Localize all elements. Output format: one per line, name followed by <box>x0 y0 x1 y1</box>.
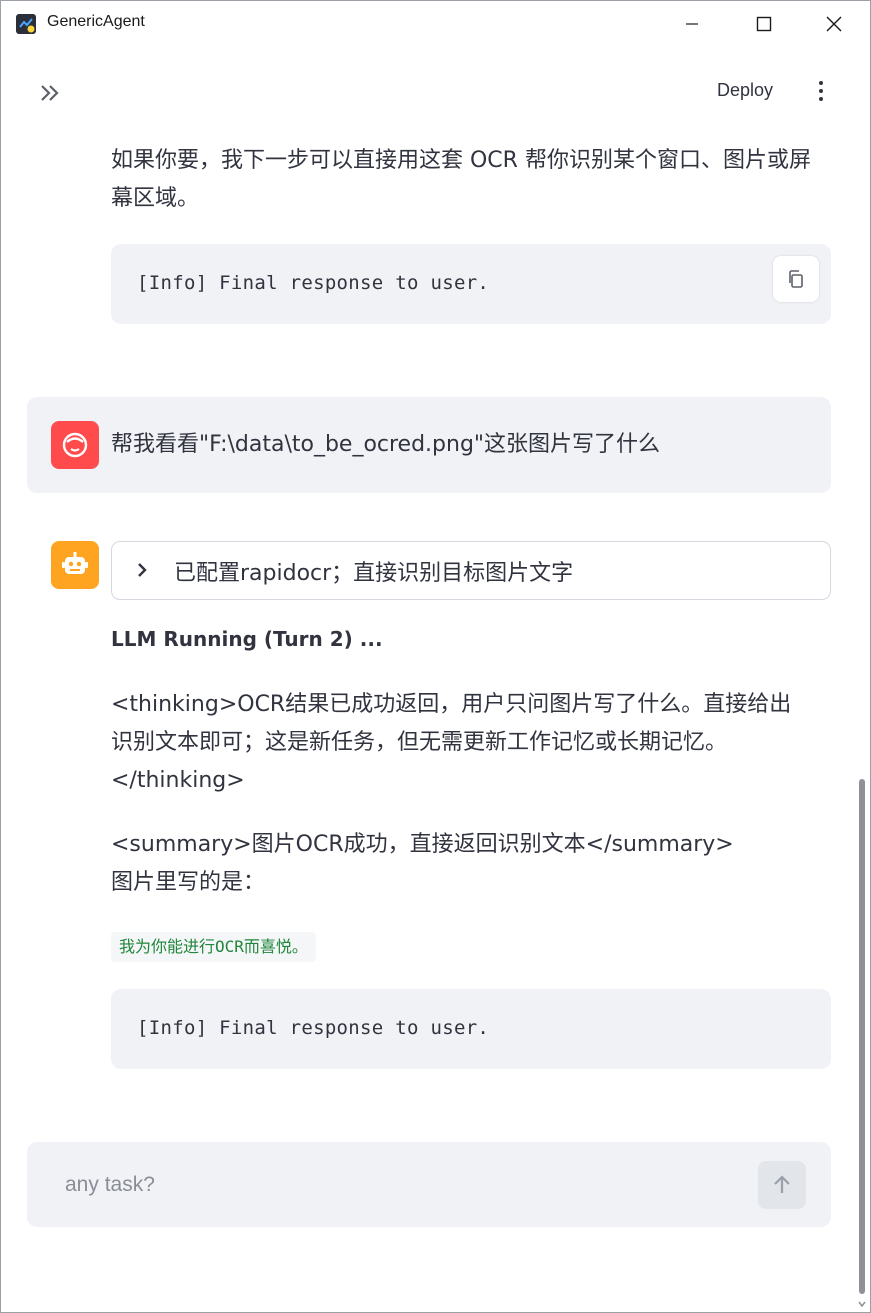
window-title: GenericAgent <box>47 13 145 30</box>
status-expander[interactable]: 已配置rapidocr；直接识别目标图片文字 <box>111 541 831 600</box>
menu-dot <box>819 97 823 101</box>
code-text: [Info] Final response to user. <box>137 1017 490 1039</box>
ocr-result-code: 我为你能进行OCR而喜悦。 <box>111 932 316 962</box>
chat-input[interactable] <box>63 1164 727 1206</box>
scrollbar-thumb[interactable] <box>859 779 865 1294</box>
user-avatar <box>51 421 99 469</box>
app-window: GenericAgent Deploy 如果你要，我下一步可以直接用这套 OCR… <box>0 0 871 1313</box>
send-button[interactable] <box>758 1161 806 1209</box>
chevron-right-icon <box>136 559 154 581</box>
app-toolbar: Deploy <box>1 46 870 136</box>
code-text: [Info] Final response to user. <box>137 272 490 294</box>
expander-label: 已配置rapidocr；直接识别目标图片文字 <box>174 561 574 586</box>
python-icon <box>15 13 37 35</box>
thinking-line: </thinking> <box>111 768 245 793</box>
assistant-avatar <box>51 541 99 589</box>
vertical-dots-icon <box>819 81 823 85</box>
arrow-up-icon <box>774 1175 790 1193</box>
summary-text: <summary>图片OCR成功，直接返回识别文本</summary> 图片里写… <box>111 826 831 902</box>
copy-icon <box>789 270 803 288</box>
title-bar: GenericAgent <box>1 1 870 46</box>
assistant-message-text: 如果你要，我下一步可以直接用这套 OCR 帮你识别某个窗口、图片或屏幕区域。 <box>111 148 811 211</box>
double-chevron-right-icon <box>41 85 59 101</box>
running-status: LLM Running (Turn 2) ... <box>111 627 383 651</box>
close-button[interactable] <box>799 1 869 46</box>
answer-intro: 图片里写的是： <box>111 870 266 895</box>
thinking-text: <thinking>OCR结果已成功返回，用户只问图片写了什么。直接给出 识别文… <box>111 686 831 800</box>
thinking-line: <thinking>OCR结果已成功返回，用户只问图片写了什么。直接给出 <box>111 692 792 717</box>
code-block: [Info] Final response to user. <box>111 989 831 1069</box>
main-menu-button[interactable] <box>809 76 833 106</box>
summary-line: <summary>图片OCR成功，直接返回识别文本</summary> <box>111 832 734 857</box>
face-icon <box>62 432 88 458</box>
scroll-down-icon[interactable] <box>857 1299 867 1309</box>
thinking-line: 识别文本即可；这是新任务，但无需更新工作记忆或长期记忆。 <box>111 730 728 755</box>
robot-icon <box>62 552 88 574</box>
minimize-button[interactable] <box>657 1 727 46</box>
chat-input-container <box>27 1142 831 1227</box>
user-message-text: 帮我看看"F:\data\to_be_ocred.png"这张图片写了什么 <box>111 432 661 457</box>
deploy-button[interactable]: Deploy <box>707 76 783 105</box>
user-message: 帮我看看"F:\data\to_be_ocred.png"这张图片写了什么 <box>27 397 831 493</box>
sidebar-toggle-button[interactable] <box>35 78 65 108</box>
copy-button[interactable] <box>773 256 819 302</box>
menu-dot <box>819 89 823 93</box>
scrollbar[interactable] <box>856 136 868 1311</box>
code-block: [Info] Final response to user. <box>111 244 831 324</box>
maximize-button[interactable] <box>729 1 799 46</box>
